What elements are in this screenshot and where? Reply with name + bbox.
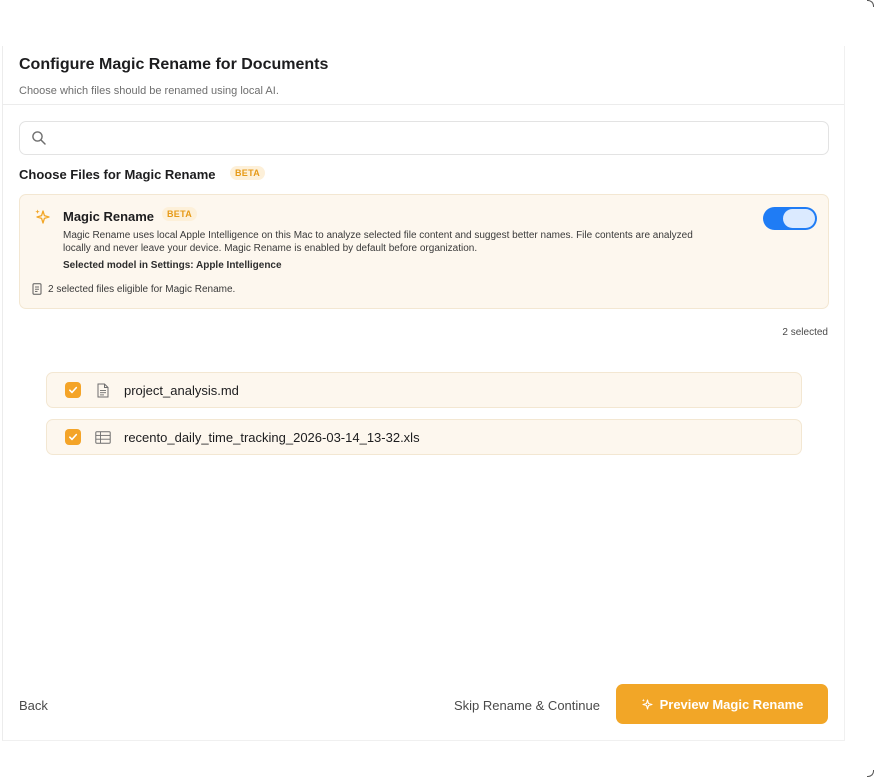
- search-input[interactable]: [54, 128, 818, 150]
- magic-rename-toggle[interactable]: [763, 207, 817, 230]
- magic-rename-description: Magic Rename uses local Apple Intelligen…: [63, 230, 693, 254]
- search-icon: [32, 131, 46, 145]
- file-name: recento_daily_time_tracking_2026-03-14_1…: [124, 429, 420, 445]
- section-beta-badge: BETA: [230, 166, 266, 180]
- page-subtitle: Choose which files should be renamed usi…: [19, 85, 279, 97]
- page-title: Configure Magic Rename for Documents: [19, 56, 329, 73]
- magic-rename-beta-badge: BETA: [162, 207, 198, 221]
- magic-rename-card: Magic Rename BETA Magic Rename uses loca…: [19, 194, 829, 309]
- receipt-icon: [32, 283, 42, 295]
- magic-rename-title: Magic Rename: [63, 209, 155, 224]
- section-title: Choose Files for Magic Rename: [19, 167, 216, 182]
- file-row[interactable]: project_analysis.md: [46, 372, 802, 408]
- document-icon: [95, 382, 111, 398]
- preview-magic-rename-label: Preview Magic Rename: [659, 696, 804, 712]
- window-corner-bottom: [867, 770, 874, 777]
- file-name: project_analysis.md: [124, 382, 239, 398]
- window-corner-top: [867, 0, 874, 7]
- skip-rename-button[interactable]: Skip Rename & Continue: [454, 698, 600, 713]
- sparkle-icon: [35, 209, 50, 224]
- sparkle-icon: [641, 698, 653, 710]
- file-checkbox[interactable]: [65, 382, 81, 398]
- checkmark-icon: [69, 433, 78, 441]
- selected-model-label: Selected model in Settings: Apple Intell…: [63, 260, 282, 271]
- sheet-header: Configure Magic Rename for Documents Cho…: [3, 46, 844, 105]
- back-button[interactable]: Back: [19, 698, 48, 713]
- table-icon: [95, 429, 111, 445]
- eligible-files-text: 2 selected files eligible for Magic Rena…: [48, 283, 236, 295]
- checkmark-icon: [69, 386, 78, 394]
- rename-sheet: Configure Magic Rename for Documents Cho…: [2, 46, 845, 741]
- selection-count: 2 selected: [782, 327, 828, 338]
- search-field[interactable]: [19, 121, 829, 155]
- file-row[interactable]: recento_daily_time_tracking_2026-03-14_1…: [46, 419, 802, 455]
- toggle-knob: [783, 209, 815, 228]
- eligible-files-note: 2 selected files eligible for Magic Rena…: [32, 283, 235, 295]
- preview-magic-rename-button[interactable]: Preview Magic Rename: [616, 684, 828, 724]
- file-checkbox[interactable]: [65, 429, 81, 445]
